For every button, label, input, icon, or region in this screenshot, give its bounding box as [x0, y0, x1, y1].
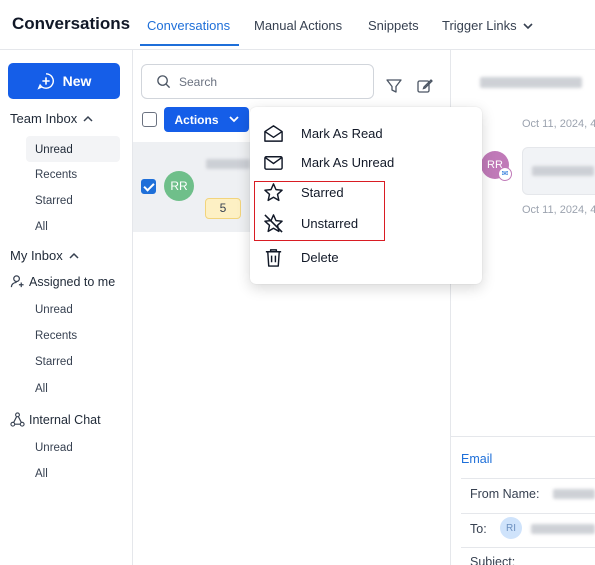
divider [461, 513, 595, 514]
menu-item-mark-as-unread[interactable]: Mark As Unread [250, 148, 482, 176]
message-bubble [522, 147, 595, 195]
trash-icon [265, 248, 282, 267]
menu-item-mark-as-read[interactable]: Mark As Read [250, 119, 482, 147]
app-title: Conversations [12, 14, 131, 33]
annotation-highlight-box [254, 181, 385, 241]
sidebar-item-my-all[interactable]: All [35, 383, 48, 395]
team-inbox-label: Team Inbox [10, 111, 78, 126]
my-inbox-header[interactable]: My Inbox [10, 248, 79, 263]
tab-trigger-links[interactable]: Trigger Links [442, 18, 533, 33]
recipient-avatar: RI [500, 517, 522, 539]
envelope-open-icon [264, 124, 283, 142]
assigned-to-me-item[interactable]: Assigned to me [10, 274, 115, 289]
active-tab-indicator [140, 44, 239, 46]
app-root: Conversations Conversations Manual Actio… [0, 0, 595, 565]
tab-manual-actions[interactable]: Manual Actions [254, 18, 342, 33]
composer-divider [451, 436, 595, 437]
sidebar-item-team-unread[interactable]: Unread [26, 136, 120, 162]
contact-name-redacted [206, 159, 250, 169]
chevron-up-icon [69, 252, 79, 259]
to-label: To: [470, 522, 487, 536]
message-timestamp: Oct 11, 2024, 4 [522, 204, 595, 216]
internal-chat-header[interactable]: Internal Chat [10, 412, 101, 427]
chevron-down-icon [523, 21, 533, 33]
sidebar-item-team-all[interactable]: All [35, 221, 48, 233]
email-channel-icon: ✉ [498, 167, 512, 181]
menu-label: Mark As Read [301, 125, 383, 141]
search-icon [157, 75, 171, 89]
tab-conversations[interactable]: Conversations [147, 18, 230, 33]
sidebar-item-my-recents[interactable]: Recents [35, 330, 77, 342]
compose-icon[interactable] [416, 77, 434, 95]
network-icon [10, 412, 25, 427]
chevron-down-icon [228, 116, 239, 123]
menu-item-delete[interactable]: Delete [250, 243, 482, 271]
top-header: Conversations Conversations Manual Actio… [0, 0, 595, 50]
tab-trigger-links-label: Trigger Links [442, 18, 517, 33]
from-name-value[interactable] [553, 489, 595, 499]
sidebar-item-team-starred[interactable]: Starred [35, 195, 73, 207]
subject-label: Subject: [470, 555, 516, 565]
divider [461, 478, 595, 479]
sidebar-item-team-recents[interactable]: Recents [35, 169, 77, 181]
search-placeholder: Search [179, 74, 218, 89]
user-plus-icon [10, 275, 24, 288]
new-button[interactable]: New [8, 63, 120, 99]
envelope-icon [264, 155, 283, 170]
divider [461, 547, 595, 548]
internal-chat-label: Internal Chat [29, 412, 101, 427]
sidebar: New Team Inbox Unread Recents Starred Al… [0, 50, 133, 565]
search-input[interactable]: Search [141, 64, 374, 99]
row-checkbox[interactable] [141, 179, 156, 194]
avatar: RR [164, 171, 194, 201]
select-all-checkbox[interactable] [142, 112, 157, 127]
message-timestamp: Oct 11, 2024, 4 [522, 118, 595, 130]
filter-icon[interactable] [385, 77, 403, 95]
tab-email[interactable]: Email [461, 452, 492, 466]
message-text-redacted [532, 166, 594, 176]
from-name-label: From Name: [470, 487, 540, 501]
recipient-email-redacted[interactable] [531, 524, 595, 534]
assigned-to-me-label: Assigned to me [29, 274, 116, 289]
new-chat-icon [36, 73, 54, 90]
sidebar-item-my-starred[interactable]: Starred [35, 356, 73, 368]
new-button-label: New [62, 73, 92, 89]
sidebar-item-chat-unread[interactable]: Unread [35, 442, 73, 454]
tab-snippets[interactable]: Snippets [368, 18, 419, 33]
sidebar-item-chat-all[interactable]: All [35, 468, 48, 480]
actions-button[interactable]: Actions [164, 107, 249, 132]
my-inbox-label: My Inbox [10, 248, 63, 263]
message-count-badge: 5 [205, 198, 241, 219]
sidebar-item-my-unread[interactable]: Unread [35, 304, 73, 316]
team-inbox-header[interactable]: Team Inbox [10, 111, 93, 126]
menu-label: Mark As Unread [301, 154, 395, 170]
contact-header-redacted [480, 77, 582, 88]
actions-label: Actions [174, 112, 219, 127]
chevron-up-icon [83, 115, 93, 122]
menu-label: Delete [301, 249, 339, 265]
